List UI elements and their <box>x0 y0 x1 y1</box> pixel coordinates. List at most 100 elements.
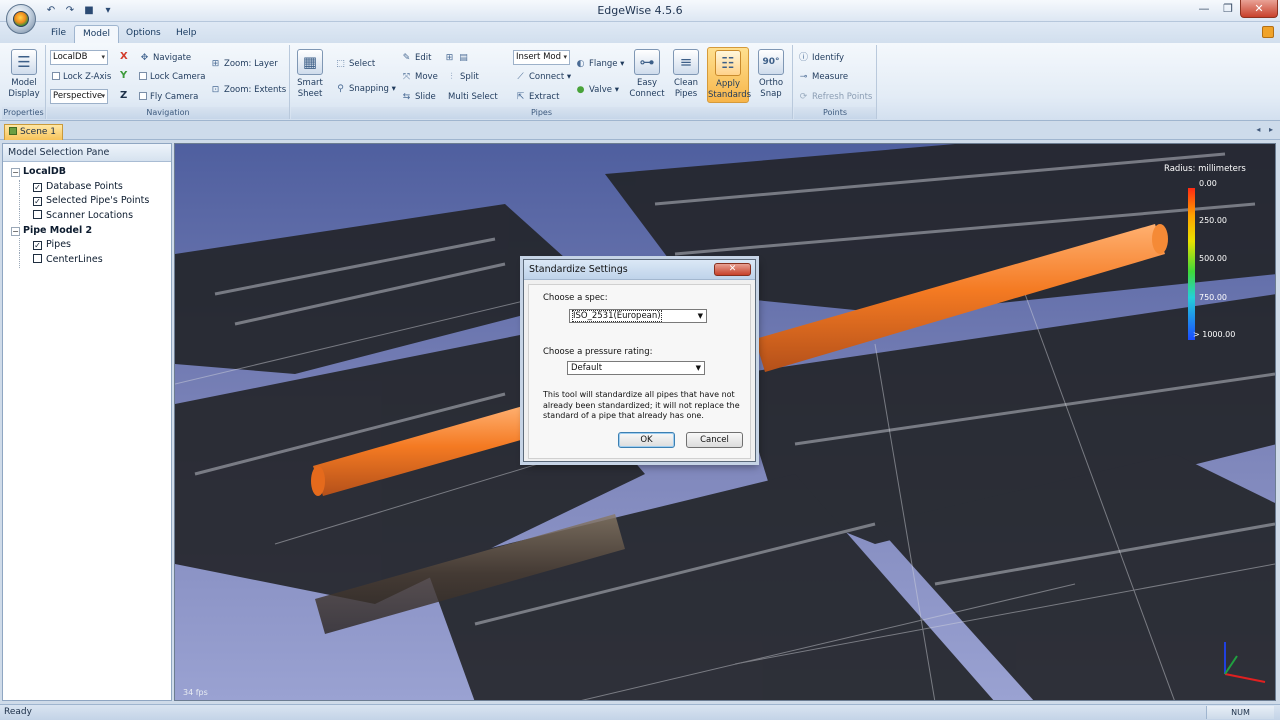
help-icon[interactable] <box>1262 26 1274 38</box>
refresh-points-button[interactable]: ⟳ Refresh Points <box>798 89 873 105</box>
tree-item-selected-pipes-points[interactable]: ✓ Selected Pipe's Points <box>3 194 171 210</box>
chevron-down-icon: ▾ <box>101 92 105 100</box>
title-bar: ↶ ↷ ■ ▾ EdgeWise 4.5.6 — ❐ ✕ <box>0 0 1280 22</box>
dialog-close-button[interactable]: ✕ <box>714 263 751 276</box>
legend-label: 750.00 <box>1199 293 1227 302</box>
easy-connect-button[interactable]: ⊶ Easy Connect <box>628 47 666 103</box>
maximize-button[interactable]: ❐ <box>1216 0 1240 18</box>
status-text: Ready <box>4 707 32 717</box>
model-display-icon: ☰ <box>11 49 37 75</box>
tab-scroll-arrows[interactable]: ◂ ▸ <box>1256 125 1276 134</box>
group-label-properties: Properties <box>2 107 45 119</box>
axis-y-button[interactable]: Y <box>120 70 127 81</box>
application-menu-button[interactable] <box>6 4 36 34</box>
identify-button[interactable]: ⓘ Identify <box>798 50 844 66</box>
ribbon-tab-bar: File Model Options Help <box>0 22 1280 43</box>
close-window-button[interactable]: ✕ <box>1240 0 1278 18</box>
clean-pipes-button[interactable]: ≡ Clean Pipes <box>667 47 705 103</box>
checkbox-checked-icon[interactable]: ✓ <box>33 182 42 192</box>
insert-mode-select[interactable]: Insert Mod ▾ <box>513 50 570 65</box>
view-mode-select[interactable]: Perspective ▾ <box>50 89 108 104</box>
tree-item-scanner-locations[interactable]: Scanner Locations <box>3 209 171 224</box>
ribbon: ☰ Model Display Properties LocalDB ▾ Lock… <box>0 43 1280 121</box>
checkbox-unchecked-icon[interactable] <box>33 210 42 220</box>
axis-z-button[interactable]: Z <box>120 90 127 101</box>
valve-icon: ● <box>576 85 585 95</box>
tree-node-localdb[interactable]: − LocalDB <box>3 165 171 180</box>
axis-x-button[interactable]: X <box>120 51 128 62</box>
legend-title: Radius: millimeters <box>1164 164 1246 174</box>
ortho-snap-button[interactable]: 90° Ortho Snap <box>752 47 790 103</box>
model-display-button[interactable]: ☰ Model Display <box>5 47 43 103</box>
group-properties: ☰ Model Display Properties <box>2 45 46 119</box>
multi-select-button[interactable]: Multi Select <box>448 89 498 105</box>
zoom-extents-icon: ⊡ <box>211 85 220 95</box>
split-button[interactable]: ⫶ Split <box>446 69 479 85</box>
radius-color-scale <box>1188 188 1195 340</box>
flange-icon: ◐ <box>576 59 585 69</box>
grid-tool-button[interactable]: ⊞ ▤ <box>444 50 472 66</box>
connect-dropdown[interactable]: ⟋ Connect ▾ <box>515 69 571 85</box>
chevron-down-icon: ▾ <box>563 53 567 61</box>
tree-item-centerlines[interactable]: CenterLines <box>3 253 171 268</box>
legend-label: 250.00 <box>1199 216 1227 225</box>
slide-button[interactable]: ⇆ Slide <box>401 89 436 105</box>
snapping-dropdown[interactable]: ⚲ Snapping ▾ <box>335 81 396 97</box>
connect-icon: ⟋ <box>517 72 524 82</box>
fly-camera-checkbox[interactable]: Fly Camera <box>139 89 198 105</box>
spec-select[interactable]: ISO_2531(European) ▼ <box>569 309 707 323</box>
fps-counter: 34 fps <box>183 688 208 697</box>
zoom-extents-button[interactable]: ⊡ Zoom: Extents <box>210 82 286 98</box>
lock-camera-checkbox[interactable]: Lock Camera <box>139 69 205 85</box>
checkbox-checked-icon[interactable]: ✓ <box>33 241 42 251</box>
cancel-button[interactable]: Cancel <box>686 432 743 448</box>
group-pipes: ▦ Smart Sheet ⬚ Select ⚲ Snapping ▾ ✎ Edit … <box>291 45 793 119</box>
measure-button[interactable]: ⊸ Measure <box>798 69 848 85</box>
move-icon: ⤧ <box>402 72 411 82</box>
collapse-icon[interactable]: − <box>11 168 20 177</box>
checkbox-icon <box>52 72 60 80</box>
select-icon: ⬚ <box>336 59 345 69</box>
model-tree: − LocalDB ✓ Database Points ✓ Selected Pipe… <box>3 162 171 268</box>
tab-model[interactable]: Model <box>74 25 120 43</box>
tree-item-pipes[interactable]: ✓ Pipes <box>3 238 171 254</box>
tree-node-pipe-model-2[interactable]: − Pipe Model 2 <box>3 224 171 239</box>
flange-dropdown[interactable]: ◐ Flange ▾ <box>575 56 625 72</box>
apply-standards-button[interactable]: ☷ Apply Standards <box>707 47 751 103</box>
edit-icon: ✎ <box>402 53 411 63</box>
navigate-button[interactable]: ✥ Navigate <box>139 50 191 66</box>
lock-z-axis-checkbox[interactable]: Lock Z-Axis <box>52 69 111 85</box>
minimize-button[interactable]: — <box>1192 0 1216 18</box>
window-controls: — ❐ ✕ <box>1192 0 1278 18</box>
apply-standards-icon: ☷ <box>715 50 741 76</box>
select-button[interactable]: ⬚ Select <box>335 56 375 72</box>
group-label-pipes: Pipes <box>291 107 792 119</box>
smart-sheet-icon: ▦ <box>297 49 323 75</box>
info-icon: ⓘ <box>798 53 808 63</box>
pressure-rating-label: Choose a pressure rating: <box>543 347 653 357</box>
database-select[interactable]: LocalDB ▾ <box>50 50 108 65</box>
table-icon: ▤ <box>459 53 468 63</box>
extract-button[interactable]: ⇱ Extract <box>515 89 560 105</box>
move-button[interactable]: ⤧ Move <box>401 69 438 85</box>
tab-scene-1[interactable]: Scene 1 <box>4 124 64 140</box>
easy-connect-icon: ⊶ <box>634 49 660 75</box>
group-navigation: LocalDB ▾ Lock Z-Axis Perspective ▾ X Y Z … <box>47 45 290 119</box>
tree-item-database-points[interactable]: ✓ Database Points <box>3 179 171 195</box>
checkbox-unchecked-icon[interactable] <box>33 254 42 264</box>
checkbox-icon <box>139 92 147 100</box>
checkbox-checked-icon[interactable]: ✓ <box>33 197 42 207</box>
tab-file[interactable]: File <box>43 25 74 43</box>
zoom-layer-button[interactable]: ⊞ Zoom: Layer <box>210 56 278 72</box>
pressure-rating-select[interactable]: Default ▼ <box>567 361 705 375</box>
collapse-icon[interactable]: − <box>11 226 20 236</box>
scene-icon <box>9 127 17 135</box>
edit-button[interactable]: ✎ Edit <box>401 50 432 66</box>
dialog-description: This tool will standardize all pipes tha… <box>543 390 740 420</box>
ok-button[interactable]: OK <box>618 432 675 448</box>
smart-sheet-button[interactable]: ▦ Smart Sheet <box>291 47 329 103</box>
tab-options[interactable]: Options <box>118 25 169 43</box>
valve-dropdown[interactable]: ● Valve ▾ <box>575 82 619 98</box>
grid-icon: ⊞ <box>445 53 454 63</box>
tab-help[interactable]: Help <box>168 25 205 43</box>
